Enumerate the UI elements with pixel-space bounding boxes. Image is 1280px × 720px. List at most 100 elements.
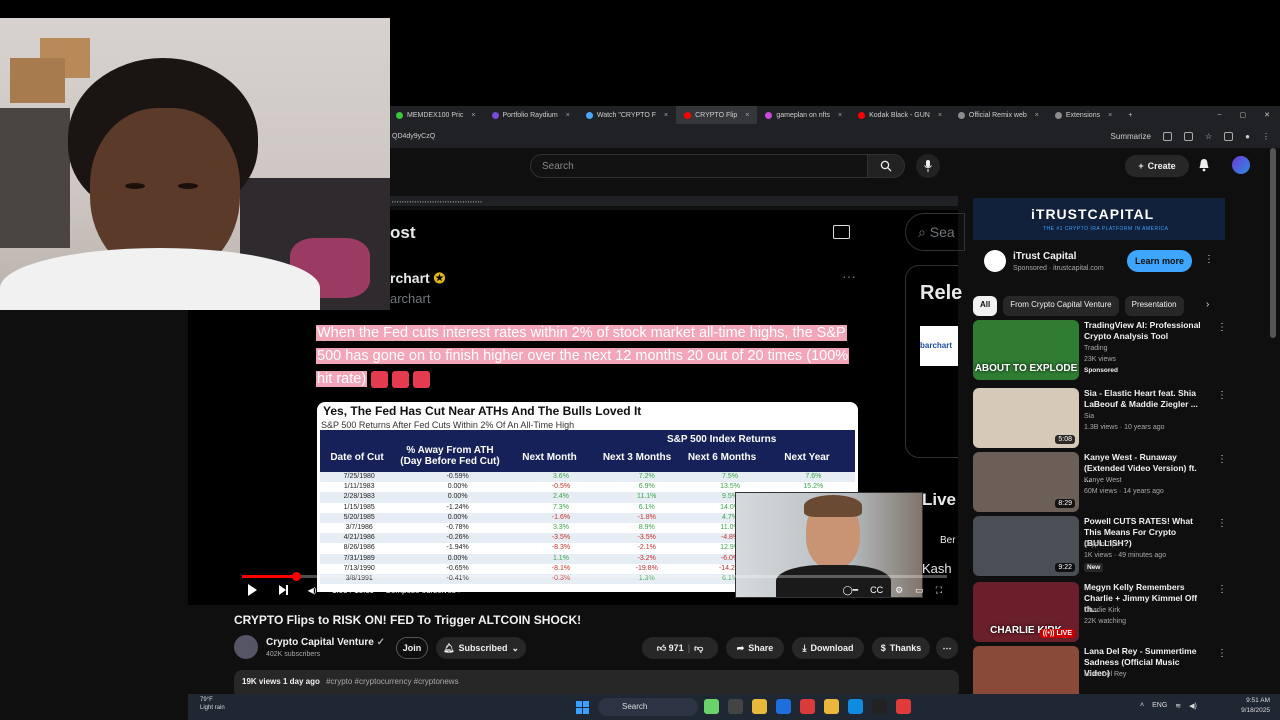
video-thumbnail[interactable]: CHARLIE KIRK ((•)) LIVE (973, 582, 1079, 642)
recommended-video[interactable]: 9:22 Powell CUTS RATES! What This Means F… (973, 516, 1227, 578)
close-tab-icon[interactable]: × (938, 112, 942, 119)
ad-menu-icon[interactable]: ⋮ (1204, 254, 1214, 265)
recommended-video[interactable]: 5:08 Sia - Elastic Heart feat. Shia LaBeo… (973, 388, 1227, 450)
browser-tab[interactable]: Extensions × (1047, 106, 1120, 124)
share-button[interactable]: ➦ Share (726, 637, 784, 659)
weather-widget[interactable]: 79°F Light rain (200, 696, 280, 712)
recommended-channel[interactable]: Trading (1084, 345, 1107, 352)
ad-avatar[interactable] (984, 250, 1006, 272)
captions-icon[interactable]: CC (870, 585, 883, 595)
recommended-video[interactable]: ABOUT TO EXPLODE TradingView AI: Professi… (973, 320, 1227, 382)
scrollbar[interactable] (1270, 148, 1276, 338)
close-window-icon[interactable]: ✕ (1264, 111, 1270, 119)
play-button[interactable] (242, 582, 262, 598)
recommended-channel[interactable]: Lana Del Rey (1084, 671, 1126, 678)
search-input[interactable]: Search (530, 154, 868, 178)
browser-tab[interactable]: CRYPTO Flip × (676, 106, 758, 124)
windows-icon[interactable] (576, 701, 589, 714)
more-icon[interactable]: ⋮ (1217, 322, 1227, 333)
browser-tab[interactable]: MEMDEX100 Pric × (388, 106, 484, 124)
profile-icon[interactable]: ● (1245, 132, 1250, 141)
dislike-button[interactable]: 👎︎ (694, 643, 703, 654)
video-thumbnail[interactable]: 9:22 (973, 516, 1079, 576)
more-icon[interactable]: ⋮ (1217, 584, 1227, 595)
close-tab-icon[interactable]: × (1035, 112, 1039, 119)
video-thumbnail[interactable]: 8:29 (973, 452, 1079, 512)
close-tab-icon[interactable]: × (838, 112, 842, 119)
address-bar[interactable]: QD4dy9yCzQ Summarize ☆ ● ⋮ (388, 124, 1280, 148)
close-tab-icon[interactable]: × (471, 112, 475, 119)
thanks-button[interactable]: $ Thanks (872, 637, 930, 659)
download-button[interactable]: ⤓ Download (792, 637, 864, 659)
wifi-icon[interactable]: ≋ (1175, 702, 1181, 710)
folder-icon[interactable] (752, 699, 767, 714)
close-tab-icon[interactable]: × (1108, 112, 1112, 119)
browser-tab[interactable]: Watch "CRYPTO F × (578, 106, 676, 124)
learn-more-button[interactable]: Learn more (1127, 250, 1192, 272)
create-button[interactable]: + Create (1125, 155, 1189, 177)
sidepanel-icon[interactable] (1224, 131, 1234, 141)
search-button[interactable] (867, 154, 905, 178)
mic-button[interactable] (916, 154, 940, 178)
edge-icon[interactable] (848, 699, 863, 714)
subscribed-button[interactable]: 🔔︎ Subscribed ⌄ (436, 637, 526, 659)
chevron-up-icon[interactable]: ˄ (1140, 702, 1144, 710)
browser-tab[interactable]: gameplan on nfts × (757, 106, 850, 124)
url-text[interactable]: QD4dy9yCzQ (392, 133, 435, 140)
hashtags[interactable]: #crypto #cryptocurrency #cryptonews (326, 677, 459, 686)
bell-icon[interactable] (1198, 158, 1210, 172)
bookmark-icon[interactable] (1183, 131, 1193, 141)
video-thumbnail[interactable]: 5:08 (973, 388, 1079, 448)
fullscreen-icon[interactable]: ⛶ (936, 585, 942, 596)
taskbar-search[interactable]: Search (598, 698, 698, 716)
app-icon[interactable] (728, 699, 743, 714)
minimize-icon[interactable]: – (1218, 111, 1222, 119)
settings-icon[interactable]: ⚙ (895, 585, 903, 596)
close-tab-icon[interactable]: × (745, 112, 749, 119)
recommended-channel[interactable]: Charlie Kirk (1084, 607, 1120, 614)
speaker-icon[interactable]: ◀) (1189, 702, 1197, 710)
autoplay-toggle[interactable]: ◯━ (843, 585, 859, 596)
join-button[interactable]: Join (396, 637, 428, 659)
browser-tab[interactable]: Portfolio Raydium × (484, 106, 578, 124)
more-icon[interactable]: ⋮ (1217, 390, 1227, 401)
star-icon[interactable]: ☆ (1205, 132, 1212, 141)
browser-tab[interactable]: Official Remix web × (950, 106, 1047, 124)
browser-tab[interactable]: Kodak Black - GUN × (850, 106, 950, 124)
close-tab-icon[interactable]: × (664, 112, 668, 119)
app-icon[interactable] (800, 699, 815, 714)
more-icon[interactable]: ⋮ (1217, 518, 1227, 529)
close-tab-icon[interactable]: × (566, 112, 570, 119)
filter-chip[interactable]: All (973, 296, 998, 316)
maximize-icon[interactable]: ▢ (1240, 111, 1247, 119)
app-icon[interactable] (824, 699, 839, 714)
more-actions-button[interactable]: ⋯ (936, 637, 958, 659)
recommended-channel[interactable]: Kanye West (1084, 477, 1122, 484)
app-icon[interactable] (776, 699, 791, 714)
chevron-right-icon[interactable]: › (1206, 299, 1209, 310)
filter-chip[interactable]: From Crypto Capital Venture (1003, 296, 1119, 316)
filter-chip[interactable]: Presentation (1124, 296, 1184, 316)
ad-name[interactable]: iTrust Capital (1013, 251, 1076, 262)
recommended-title[interactable]: Sia - Elastic Heart feat. Shia LaBeouf &… (1084, 388, 1206, 410)
volume-button[interactable]: ◀) (302, 582, 322, 598)
more-icon[interactable]: ⋮ (1217, 454, 1227, 465)
avatar[interactable] (1232, 156, 1250, 174)
progress-bar[interactable] (242, 575, 947, 578)
chapter-label[interactable]: · Compose ourselves › (380, 586, 460, 595)
summarize-button[interactable]: Summarize (1111, 132, 1151, 141)
lang-indicator[interactable]: ENG (1152, 702, 1167, 710)
app-icon[interactable] (704, 699, 719, 714)
recommended-video[interactable]: 8:29 Kanye West - Runaway (Extended Video… (973, 452, 1227, 514)
progress-handle[interactable] (292, 572, 301, 581)
video-thumbnail[interactable]: ABOUT TO EXPLODE (973, 320, 1079, 380)
ad-banner[interactable]: iTRUSTCAPITAL THE #1 CRYPTO IRA PLATFORM… (973, 198, 1225, 240)
channel-avatar[interactable] (234, 635, 258, 659)
recommended-channel[interactable]: Crypto Tips (1084, 541, 1119, 548)
next-button[interactable] (272, 582, 292, 598)
extension-icon[interactable] (1162, 131, 1172, 141)
recommended-channel[interactable]: Sia (1084, 413, 1094, 420)
clock[interactable]: 9:51 AM 9/18/2025 (1241, 696, 1270, 716)
menu-icon[interactable]: ⋮ (1262, 132, 1270, 141)
bookmark-item[interactable]: ▪ ▪ ▪ ▪ ▪ ▪ ▪ ▪ ▪ ▪ ▪ ▪ ▪ ▪ ▪ ▪ ▪ ▪ ▪ ▪ … (392, 199, 482, 204)
